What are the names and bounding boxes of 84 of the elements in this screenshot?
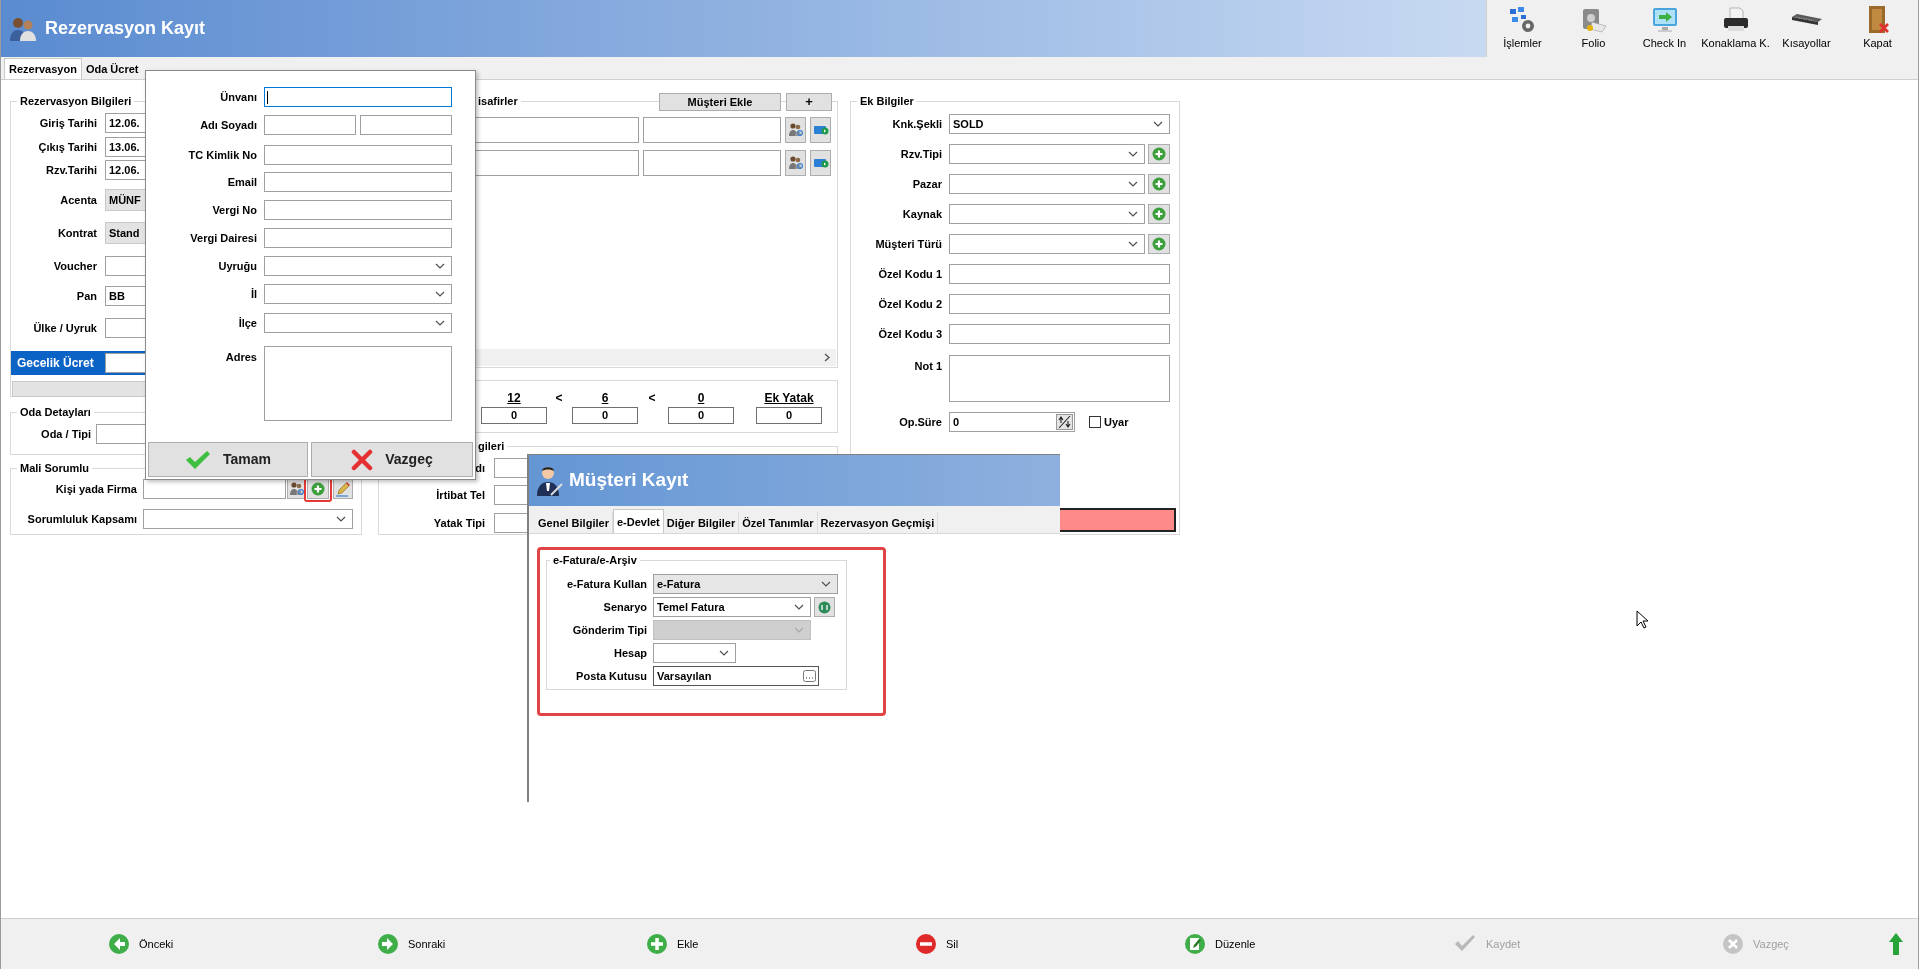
toolbar-button[interactable]: Folio [1558, 0, 1629, 57]
less-than-sign: < [647, 391, 657, 405]
group-title: Mali Sorumlu [17, 461, 93, 475]
count-label: Ek Yatak [764, 391, 814, 405]
field-label: Ülke / Uyruk [32, 321, 97, 335]
field-label: Adı Soyadı [199, 118, 257, 132]
field-label: Giriş Tarihi [38, 116, 97, 130]
field-label: Hesap [612, 646, 647, 660]
count-field[interactable]: 0 [668, 407, 734, 424]
nav-button[interactable]: Sonraki [377, 933, 446, 955]
field-label: e-Fatura Kullan [565, 577, 647, 591]
plus-button[interactable]: + [786, 93, 832, 111]
field-label: Pazar [911, 177, 942, 191]
toolbar-button[interactable]: Konaklama K. [1700, 0, 1771, 57]
toolbar-button[interactable]: İşlemler [1487, 0, 1558, 57]
toolbar-button[interactable]: Kapat [1842, 0, 1913, 57]
window-title: Rezervasyon Kayıt [45, 17, 206, 40]
less-than-sign: < [554, 391, 564, 405]
field-label: Özel Kodu 2 [877, 297, 942, 311]
count-label: 12 [507, 391, 521, 405]
tab[interactable]: Genel Bilgiler [535, 512, 613, 533]
field-label: İrtibat Tel [435, 488, 485, 502]
nav-button[interactable]: Önceki [108, 933, 174, 955]
field-label: Posta Kutusu [575, 669, 647, 683]
field-label: Çıkış Tarihi [37, 140, 97, 154]
field-label: Adres [224, 350, 257, 364]
count-label: 6 [601, 391, 609, 405]
dialog-button[interactable]: Vazgeç [311, 442, 473, 477]
checkbox-label: Uyar [1104, 415, 1129, 429]
group-title: gileri [475, 439, 508, 453]
dialog-title: Müşteri Kayıt [569, 468, 689, 493]
field-label: Knk.Şekli [891, 117, 942, 131]
field-label: Gecelik Ücret [16, 355, 95, 372]
field-label: Özel Kodu 1 [877, 267, 942, 281]
group-title: e-Fatura/e-Arşiv [550, 553, 640, 567]
nav-button[interactable]: Ekle [646, 933, 699, 955]
spin-field[interactable]: 0 [949, 412, 1075, 432]
field-label: Pan [75, 289, 97, 303]
field-label: Op.Süre [898, 415, 942, 429]
field-label: dı [474, 461, 485, 475]
dialog-button[interactable]: Tamam [148, 442, 308, 477]
field-label: Uyruğu [217, 259, 257, 273]
tab[interactable]: e-Devlet [612, 509, 664, 533]
field-label: Vergi Dairesi [189, 231, 257, 245]
nav-button[interactable]: Düzenle [1184, 933, 1256, 955]
field-label: Müşteri Türü [874, 237, 942, 251]
field-label: Acenta [59, 193, 97, 207]
field-label: Sorumluluk Kapsamı [26, 512, 137, 526]
add-customer-button[interactable]: Müşteri Ekle [659, 93, 781, 111]
dropdown[interactable]: SOLD [949, 114, 1170, 134]
count-field[interactable]: 0 [481, 407, 547, 424]
group-title: isafirler [475, 94, 521, 108]
field-label: Gönderim Tipi [571, 623, 647, 637]
group-title: Rezervasyon Bilgileri [17, 94, 135, 108]
field-label: Ünvanı [219, 90, 257, 104]
count-label: 0 [697, 391, 705, 405]
nav-button[interactable]: Sil [915, 933, 959, 955]
field-label: Vergi No [211, 203, 257, 217]
field-label: Oda / Tipi [40, 427, 91, 441]
count-field[interactable]: 0 [572, 407, 638, 424]
dropdown[interactable]: e-Fatura [653, 574, 838, 594]
dropdown[interactable]: Temel Fatura [653, 597, 811, 617]
field-label: İlçe [237, 316, 257, 330]
field-label: Senaryo [602, 600, 647, 614]
field-label: TC Kimlik No [187, 148, 257, 162]
tab[interactable]: Özel Tanımlar [739, 512, 818, 533]
field-label: Yatak Tipi [432, 516, 485, 530]
text-field[interactable]: Varsayılan [653, 666, 819, 686]
field-label: Not 1 [913, 359, 942, 373]
count-field[interactable]: 0 [756, 407, 822, 424]
toolbar-button[interactable]: Check In [1629, 0, 1700, 57]
field-label: Özel Kodu 3 [877, 327, 942, 341]
group-title: Ek Bilgiler [857, 94, 917, 108]
tab[interactable]: Rezervasyon [4, 58, 82, 79]
group-title: Oda Detayları [17, 405, 94, 419]
field-label: İl [249, 287, 257, 301]
toolbar-button[interactable]: Kısayollar [1771, 0, 1842, 57]
field-label: Rzv.Tarihi [45, 163, 97, 177]
field-label: Kontrat [56, 226, 97, 240]
field-label: Kişi yada Firma [54, 482, 137, 496]
field-label: Rzv.Tipi [899, 147, 942, 161]
field-label: Email [226, 175, 257, 189]
field-label: Kaynak [901, 207, 942, 221]
field-label: Voucher [52, 259, 97, 273]
